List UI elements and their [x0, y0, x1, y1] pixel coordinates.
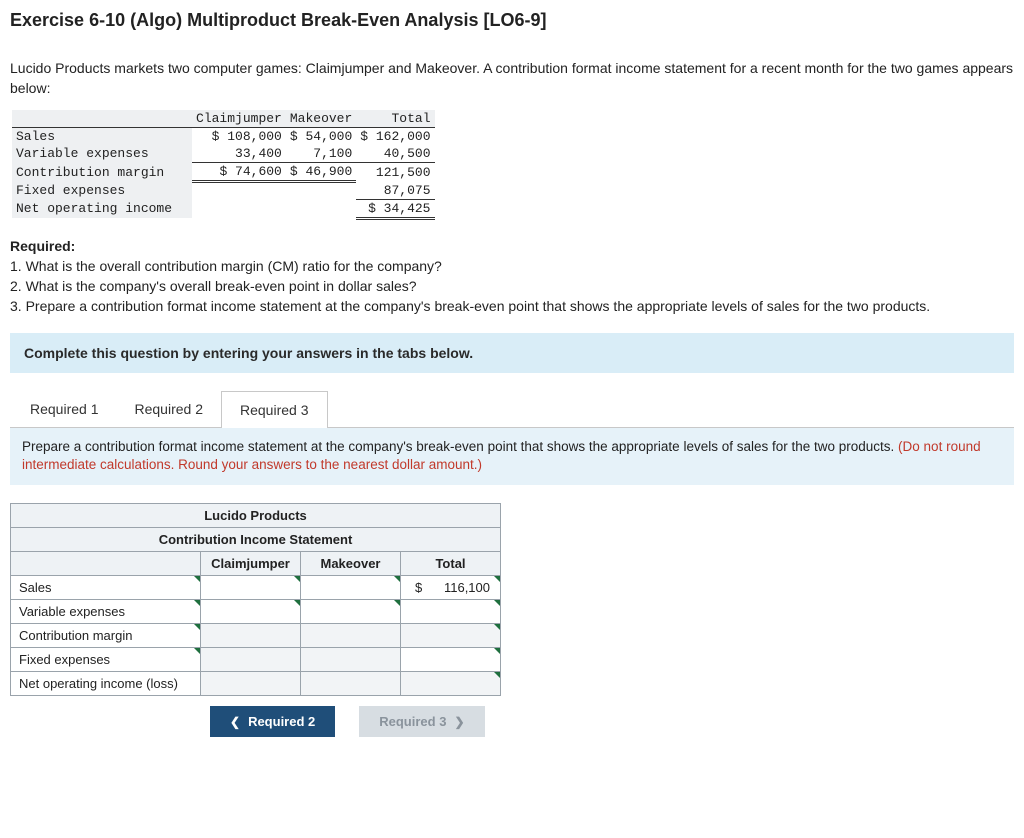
tab-instruction: Prepare a contribution format income sta… — [10, 427, 1014, 486]
required-item-3: 3. Prepare a contribution format income … — [10, 296, 1014, 316]
intro-text: Lucido Products markets two computer gam… — [10, 59, 1014, 98]
required-list: 1. What is the overall contribution marg… — [10, 256, 1014, 317]
cell: $ 108,000 — [192, 128, 286, 146]
answer-row-varexp-label: Variable expenses — [19, 604, 125, 619]
input-sales-total[interactable]: $116,100 — [401, 576, 501, 600]
prev-label: Required 2 — [248, 714, 315, 729]
answer-row-noi-label: Net operating income (loss) — [19, 676, 178, 691]
dropdown-icon[interactable] — [294, 600, 300, 606]
cell: 33,400 — [192, 145, 286, 163]
row-noi: Net operating income — [12, 199, 192, 218]
chevron-left-icon: ❮ — [230, 715, 240, 729]
cell — [286, 199, 356, 218]
cell — [192, 182, 286, 200]
chevron-right-icon: ❯ — [454, 715, 464, 729]
cell: $ 54,000 — [286, 128, 356, 146]
answer-col-claimjumper: Claimjumper — [201, 552, 301, 576]
dropdown-icon[interactable] — [194, 576, 200, 582]
fixed-mo — [301, 648, 401, 672]
answer-row-fixed[interactable]: Fixed expenses — [11, 648, 201, 672]
answer-title-2: Contribution Income Statement — [11, 528, 501, 552]
input-sales-cj[interactable] — [201, 576, 301, 600]
cell: 121,500 — [356, 163, 434, 182]
answer-table: Lucido Products Contribution Income Stat… — [10, 503, 501, 696]
exercise-title: Exercise 6-10 (Algo) Multiproduct Break-… — [10, 10, 1014, 31]
cell: 40,500 — [356, 145, 434, 163]
noi-total — [401, 672, 501, 696]
answer-row-fixed-label: Fixed expenses — [19, 652, 110, 667]
tab-required-1[interactable]: Required 1 — [12, 391, 117, 428]
answer-title-1: Lucido Products — [11, 504, 501, 528]
cell — [192, 199, 286, 218]
col-claimjumper: Claimjumper — [192, 110, 286, 128]
dropdown-icon[interactable] — [494, 576, 500, 582]
noi-mo — [301, 672, 401, 696]
cell: 7,100 — [286, 145, 356, 163]
answer-row-sales-label: Sales — [19, 580, 52, 595]
answer-col-makeover: Makeover — [301, 552, 401, 576]
instruction-main: Prepare a contribution format income sta… — [22, 439, 898, 454]
required-item-2: 2. What is the company's overall break-e… — [10, 276, 1014, 296]
input-sales-mo[interactable] — [301, 576, 401, 600]
input-varexp-mo[interactable] — [301, 600, 401, 624]
cell: 87,075 — [356, 182, 434, 200]
cell: $ 46,900 — [286, 163, 356, 182]
answer-row-sales[interactable]: Sales — [11, 576, 201, 600]
instruction-bar: Complete this question by entering your … — [10, 333, 1014, 373]
answer-row-noi: Net operating income (loss) — [11, 672, 201, 696]
dropdown-icon[interactable] — [494, 648, 500, 654]
tab-required-3[interactable]: Required 3 — [221, 391, 328, 428]
required-header: Required: — [10, 238, 1014, 254]
row-fixed: Fixed expenses — [12, 182, 192, 200]
tab-required-2[interactable]: Required 2 — [117, 391, 222, 428]
col-total: Total — [356, 110, 434, 128]
cm-mo — [301, 624, 401, 648]
noi-cj — [201, 672, 301, 696]
prev-button[interactable]: ❮ Required 2 — [210, 706, 335, 737]
dropdown-icon[interactable] — [294, 576, 300, 582]
col-makeover: Makeover — [286, 110, 356, 128]
next-label: Required 3 — [379, 714, 446, 729]
fixed-cj — [201, 648, 301, 672]
answer-row-cm[interactable]: Contribution margin — [11, 624, 201, 648]
dollar-sign: $ — [409, 580, 422, 595]
answer-row-varexp[interactable]: Variable expenses — [11, 600, 201, 624]
input-varexp-cj[interactable] — [201, 600, 301, 624]
dropdown-icon[interactable] — [394, 600, 400, 606]
value-sales-total: 116,100 — [444, 580, 490, 595]
answer-row-cm-label: Contribution margin — [19, 628, 132, 643]
required-item-1: 1. What is the overall contribution marg… — [10, 256, 1014, 276]
nav-buttons: ❮ Required 2 Required 3 ❯ — [210, 706, 1014, 737]
cm-total — [401, 624, 501, 648]
dropdown-icon[interactable] — [194, 624, 200, 630]
income-statement-table: Claimjumper Makeover Total Sales $ 108,0… — [12, 110, 435, 220]
dropdown-icon[interactable] — [394, 576, 400, 582]
input-varexp-total[interactable] — [401, 600, 501, 624]
answer-col-total: Total — [401, 552, 501, 576]
dropdown-icon[interactable] — [494, 672, 500, 678]
row-varexp: Variable expenses — [12, 145, 192, 163]
row-sales: Sales — [12, 128, 192, 146]
cell: $ 74,600 — [192, 163, 286, 182]
cell: $ 34,425 — [356, 199, 434, 218]
answer-blank-col — [11, 552, 201, 576]
dropdown-icon[interactable] — [194, 648, 200, 654]
row-cm: Contribution margin — [12, 163, 192, 182]
blank-header — [12, 110, 192, 128]
cell: $ 162,000 — [356, 128, 434, 146]
dropdown-icon[interactable] — [494, 600, 500, 606]
next-button[interactable]: Required 3 ❯ — [359, 706, 484, 737]
dropdown-icon[interactable] — [194, 600, 200, 606]
dropdown-icon[interactable] — [494, 624, 500, 630]
cm-cj — [201, 624, 301, 648]
tab-bar: Required 1 Required 2 Required 3 — [12, 391, 1014, 428]
input-fixed-total[interactable] — [401, 648, 501, 672]
cell — [286, 182, 356, 200]
